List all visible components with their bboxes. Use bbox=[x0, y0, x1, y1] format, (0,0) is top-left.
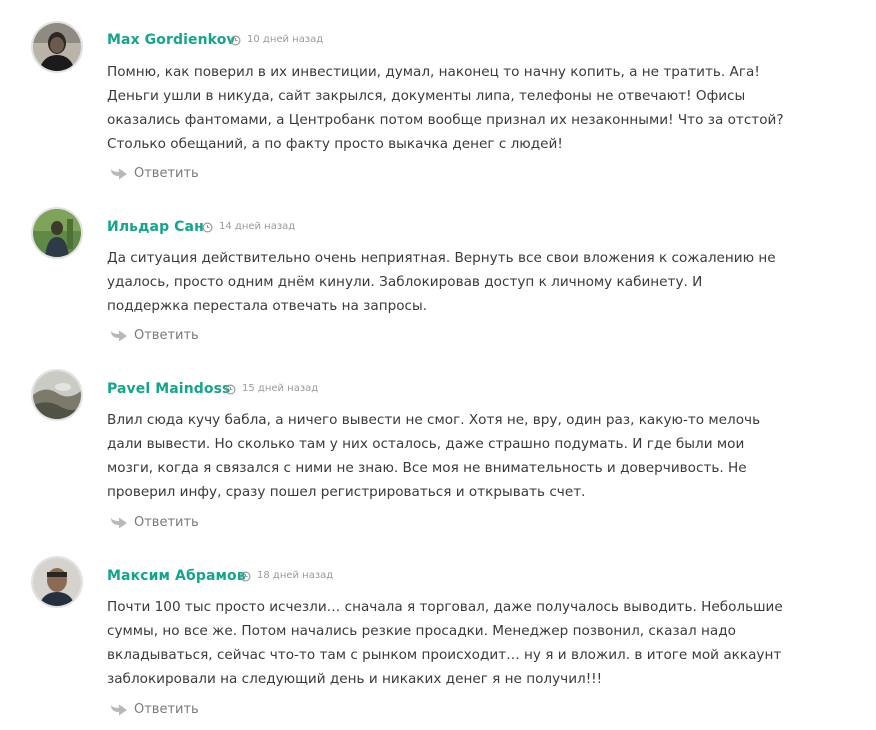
reply-arrow-icon bbox=[111, 704, 127, 716]
comment-time-text: 14 дней назад bbox=[219, 221, 296, 232]
comment-author[interactable]: Ильдар Сан bbox=[107, 218, 204, 236]
avatar[interactable] bbox=[31, 556, 83, 608]
comment-author[interactable]: Максим Абрамов bbox=[107, 567, 246, 585]
avatar[interactable] bbox=[31, 207, 83, 259]
reply-label: Ответить bbox=[134, 515, 199, 530]
comment-time: 15 дней назад bbox=[225, 382, 318, 396]
comment-time: 14 дней назад bbox=[202, 220, 295, 234]
comment-text: Помню, как поверил в их инвестиции, дума… bbox=[107, 64, 784, 152]
clock-icon bbox=[240, 571, 251, 581]
avatar[interactable] bbox=[31, 21, 83, 73]
comment-text: Почти 100 тыс просто исчезли… сначала я … bbox=[107, 599, 783, 687]
clock-icon bbox=[225, 384, 236, 394]
reply-label: Ответить bbox=[134, 328, 199, 343]
reply-label: Ответить bbox=[134, 702, 199, 717]
comment-time-text: 15 дней назад bbox=[242, 383, 319, 394]
clock-icon bbox=[230, 35, 241, 45]
reply-arrow-icon bbox=[111, 168, 127, 180]
reply-arrow-icon bbox=[111, 517, 127, 529]
clock-icon bbox=[202, 222, 213, 232]
comment-time-text: 10 дней назад bbox=[247, 34, 324, 45]
reply-button[interactable]: Ответить bbox=[110, 702, 199, 718]
reply-button[interactable]: Ответить bbox=[110, 166, 199, 182]
reply-button[interactable]: Ответить bbox=[110, 515, 199, 531]
comment-text: Влил сюда кучу бабла, а ничего вывести н… bbox=[107, 412, 761, 500]
reply-arrow-icon bbox=[111, 330, 127, 342]
comment-author[interactable]: Pavel Maindoss bbox=[107, 380, 230, 398]
comment-text: Да ситуация действительно очень неприятн… bbox=[107, 250, 776, 314]
comment-time-text: 18 дней назад bbox=[257, 570, 334, 581]
comment-time: 10 дней назад bbox=[230, 33, 323, 47]
comment-time: 18 дней назад bbox=[240, 569, 333, 583]
avatar[interactable] bbox=[31, 369, 83, 421]
reply-button[interactable]: Ответить bbox=[110, 328, 199, 344]
comment-author[interactable]: Max Gordienkov bbox=[107, 31, 236, 49]
reply-label: Ответить bbox=[134, 166, 199, 181]
